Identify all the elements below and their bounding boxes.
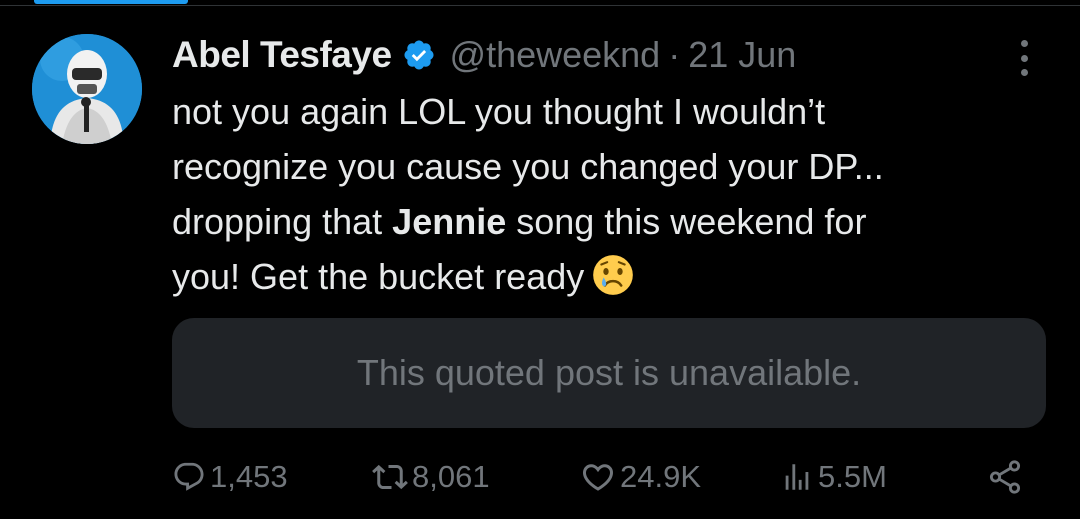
tweet-header: Abel Tesfaye @theweeknd · 21 Jun — [172, 30, 796, 80]
reply-icon — [174, 462, 204, 491]
action-bar: 1,453 8,061 24.9K 5.5M — [0, 452, 1080, 502]
share-icon — [989, 460, 1021, 494]
tweet-text-line-1: not you again LOL you thought I wouldn’t — [172, 91, 826, 132]
like-count: 24.9K — [620, 459, 702, 494]
crying-face-icon — [593, 255, 634, 295]
text-segment: dropping that — [172, 201, 393, 242]
views-icon — [785, 464, 809, 490]
separator-dot: · — [668, 34, 681, 75]
repost-icon — [372, 464, 408, 490]
reply-count: 1,453 — [210, 459, 288, 494]
quoted-post[interactable]: This quoted post is unavailable. — [172, 318, 1046, 428]
views-count: 5.5M — [818, 459, 887, 494]
post-time[interactable]: 21 Jun — [688, 34, 796, 76]
quoted-post-unavailable-text: This quoted post is unavailable. — [356, 352, 862, 393]
author-handle[interactable]: @theweeknd — [450, 34, 661, 76]
verified-badge-icon — [404, 40, 434, 70]
share-button[interactable] — [986, 452, 1024, 502]
tweet-text: not you again LOL you thought I wouldn’t… — [172, 84, 1022, 304]
tweet-text-line-3: dropping that Jennie song this weekend f… — [172, 194, 1022, 249]
text-segment: you! Get the bucket ready — [172, 256, 585, 297]
heart-icon — [582, 464, 614, 491]
repost-button[interactable]: 8,061 — [372, 452, 490, 502]
like-button[interactable]: 24.9K — [580, 452, 701, 502]
reply-button[interactable]: 1,453 — [172, 452, 288, 502]
tweet-text-line-2: recognize you cause you changed your DP.… — [172, 146, 884, 187]
tab-indicator — [34, 0, 188, 4]
avatar[interactable] — [32, 34, 142, 144]
author-name[interactable]: Abel Tesfaye — [172, 34, 392, 76]
top-divider — [0, 5, 1080, 6]
bold-text: Jennie — [392, 201, 507, 242]
text-segment: song this weekend for — [506, 201, 867, 242]
more-options-icon[interactable] — [1006, 36, 1042, 80]
tweet-text-line-4: you! Get the bucket ready — [172, 249, 1022, 304]
repost-count: 8,061 — [412, 459, 490, 494]
views-button[interactable]: 5.5M — [780, 452, 887, 502]
